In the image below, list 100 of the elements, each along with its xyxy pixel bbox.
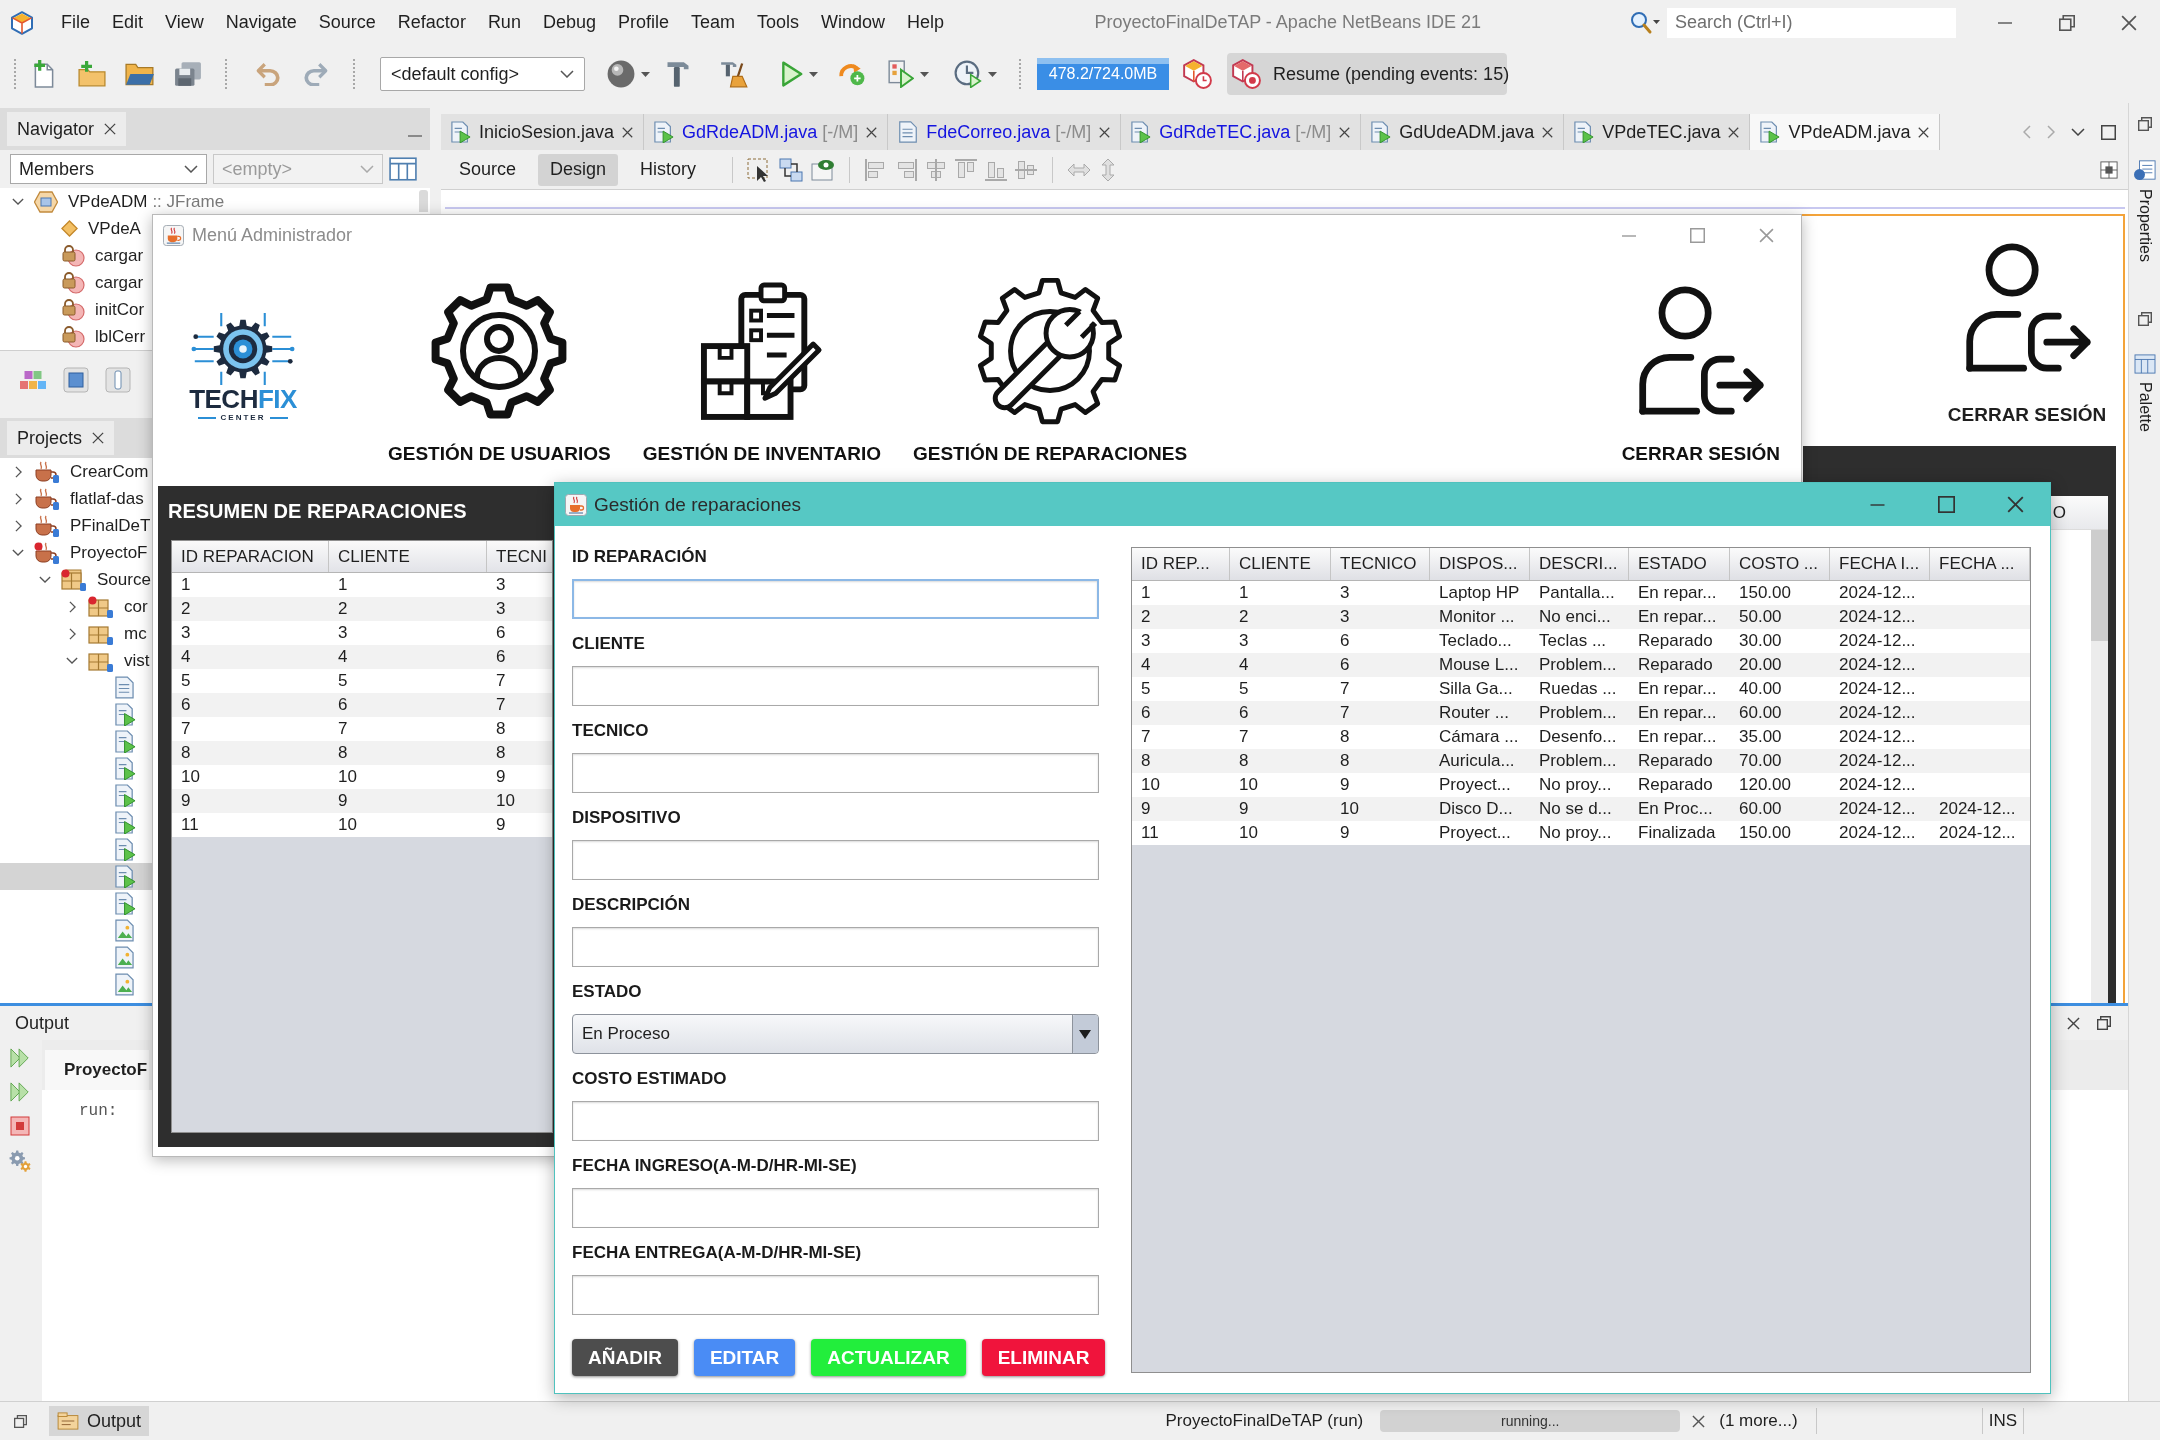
restore-icon[interactable]	[14, 1414, 27, 1428]
input-field[interactable]	[572, 1101, 1099, 1141]
chevron-right-icon[interactable]	[14, 465, 22, 478]
chevron-right-icon[interactable]	[68, 600, 76, 613]
editor-tab[interactable]: FdeCorreo.java [-/M]	[888, 114, 1122, 150]
square-icon[interactable]	[63, 366, 89, 393]
close-icon[interactable]	[1918, 126, 1930, 138]
tree-item[interactable]: lblCerr	[0, 323, 146, 350]
tree-item[interactable]: PFinalDeT	[0, 512, 152, 539]
table-row[interactable]: 10 10 9 Proyect... No proy... Reparado 120.00 2024-12...	[1132, 773, 2030, 797]
tree-item[interactable]: cargar	[0, 269, 144, 296]
restore-icon[interactable]	[2097, 1016, 2111, 1030]
caret-down-icon[interactable]	[987, 71, 997, 77]
redo-icon[interactable]	[303, 62, 329, 86]
nav-button[interactable]: GESTIÓN DE REPARACIONES	[905, 256, 1196, 465]
menu-item[interactable]: Run	[476, 8, 532, 37]
table-row[interactable]: 4 4 6 Mouse L... Problem... Reparado 20.00 2024-12...	[1132, 653, 2030, 677]
menu-item[interactable]: Tools	[746, 8, 811, 37]
table-row[interactable]: 8 8 8	[172, 741, 552, 765]
panel-tab[interactable]: Projects	[7, 421, 115, 455]
input-field[interactable]	[572, 840, 1099, 880]
chevron-down-icon[interactable]	[12, 549, 24, 556]
restore-icon[interactable]	[2059, 14, 2075, 31]
close-icon[interactable]	[104, 123, 117, 135]
input-field[interactable]	[572, 927, 1099, 967]
action-button[interactable]: ELIMINAR	[981, 1339, 1106, 1376]
open-folder-icon[interactable]	[125, 61, 155, 87]
column-header[interactable]: CLIENTE	[1230, 548, 1331, 580]
nav-button[interactable]: GESTIÓN DE USUARIOS	[380, 256, 619, 465]
column-header[interactable]: DESCRI...	[1530, 548, 1629, 580]
table-row[interactable]: 4 4 6	[172, 645, 552, 669]
undo-icon[interactable]	[255, 62, 281, 86]
caret-down-icon[interactable]	[808, 71, 818, 77]
nav-button[interactable]: CERRAR SESIÓN	[1613, 256, 1788, 465]
column-header[interactable]: ESTADO	[1629, 548, 1730, 580]
page-play-icon[interactable]	[887, 60, 914, 88]
editor-tab[interactable]: GdRdeADM.java [-/M]	[644, 114, 889, 150]
menu-item[interactable]: Refactor	[386, 8, 477, 37]
cube-clock-icon[interactable]	[1182, 59, 1212, 89]
play-icon[interactable]	[780, 61, 803, 87]
menu-item[interactable]: Profile	[606, 8, 680, 37]
chevron-down-icon[interactable]	[39, 576, 51, 583]
side-tab[interactable]: Palette	[2133, 353, 2156, 432]
caret-down-icon[interactable]	[640, 71, 650, 77]
chevron-right-icon[interactable]	[68, 627, 76, 640]
table-row[interactable]: 1 1 3	[172, 573, 552, 597]
scrollbar[interactable]	[419, 190, 428, 212]
menu-item[interactable]: Help	[896, 8, 956, 37]
close-icon[interactable]	[1728, 126, 1740, 138]
minimize-icon[interactable]	[1869, 503, 1886, 506]
editor-tab[interactable]: InicioSesion.java	[441, 114, 645, 150]
settings-icon[interactable]	[9, 1150, 31, 1172]
input-field[interactable]	[572, 666, 1099, 706]
column-header[interactable]: DISPOS...	[1430, 548, 1530, 580]
status-link[interactable]: (1 more...)	[1719, 1411, 1798, 1431]
column-header[interactable]: TECNICO	[1331, 548, 1430, 580]
editor-tab[interactable]: GdUdeADM.java	[1361, 114, 1565, 150]
side-tab[interactable]: Properties	[2133, 159, 2156, 262]
eye-window-icon[interactable]	[811, 158, 836, 181]
tree-item[interactable]: flatlaf-das	[0, 485, 152, 512]
close-icon[interactable]	[2067, 1016, 2080, 1030]
view-tab[interactable]: History	[628, 153, 709, 186]
table-row[interactable]: 7 7 8 Cámara ... Desenfo... En repar... 35.00 2024-12...	[1132, 725, 2030, 749]
stop-icon[interactable]	[10, 1116, 30, 1136]
vertical-bar-icon[interactable]	[105, 366, 131, 393]
chevron-right-icon[interactable]	[14, 492, 22, 505]
table-row[interactable]: 5 5 7 Silla Ga... Ruedas ... En repar... 40.00 2024-12...	[1132, 677, 2030, 701]
table-row[interactable]: 6 6 7	[172, 693, 552, 717]
chevron-down-icon[interactable]	[12, 198, 24, 205]
table-row[interactable]: 8 8 8 Auricula... Problem... Reparado 70.00 2024-12...	[1132, 749, 2030, 773]
caret-down-icon[interactable]	[919, 71, 929, 77]
column-header[interactable]: FECHA I...	[1830, 548, 1930, 580]
close-icon[interactable]	[866, 126, 878, 138]
tree-item[interactable]: initCor	[0, 296, 145, 323]
menu-item[interactable]: View	[154, 8, 215, 37]
globe-icon[interactable]	[606, 60, 635, 88]
horizontal-arrows-icon[interactable]	[1067, 162, 1092, 177]
menu-item[interactable]: Window	[810, 8, 897, 37]
editor-tab[interactable]: GdRdeTEC.java [-/M]	[1121, 114, 1362, 150]
tree-item[interactable]: mc	[0, 620, 152, 647]
table-row[interactable]: 6 6 7 Router ... Problem... En repar... 60.00 2024-12...	[1132, 701, 2030, 725]
tree-item[interactable]: cor	[0, 593, 152, 620]
tree-item[interactable]: VPdeA	[0, 215, 141, 242]
chevron-left-icon[interactable]	[2023, 125, 2031, 139]
table-row[interactable]: 10 10 9	[172, 765, 552, 789]
chevron-down-icon[interactable]	[66, 657, 78, 664]
members-dropdown[interactable]: Members	[10, 154, 207, 184]
table-row[interactable]: 11 10 9	[172, 813, 552, 837]
hammer-broom-icon[interactable]	[720, 60, 748, 88]
column-header[interactable]: CLIENTE	[329, 541, 487, 572]
output-tab[interactable]: ProyectoF	[45, 1050, 150, 1090]
table-row[interactable]: 9 9 10	[172, 789, 552, 813]
tree-item[interactable]	[0, 863, 152, 890]
close-icon[interactable]	[1542, 126, 1554, 138]
chevron-right-icon[interactable]	[14, 519, 22, 532]
close-icon[interactable]	[2121, 14, 2137, 31]
close-icon[interactable]	[1339, 126, 1351, 138]
column-header[interactable]: TECNI	[487, 541, 552, 572]
table-row[interactable]: 2 2 3 Monitor ... No enci... En repar... 50.00 2024-12...	[1132, 605, 2030, 629]
folder-plus-icon[interactable]	[78, 61, 106, 87]
